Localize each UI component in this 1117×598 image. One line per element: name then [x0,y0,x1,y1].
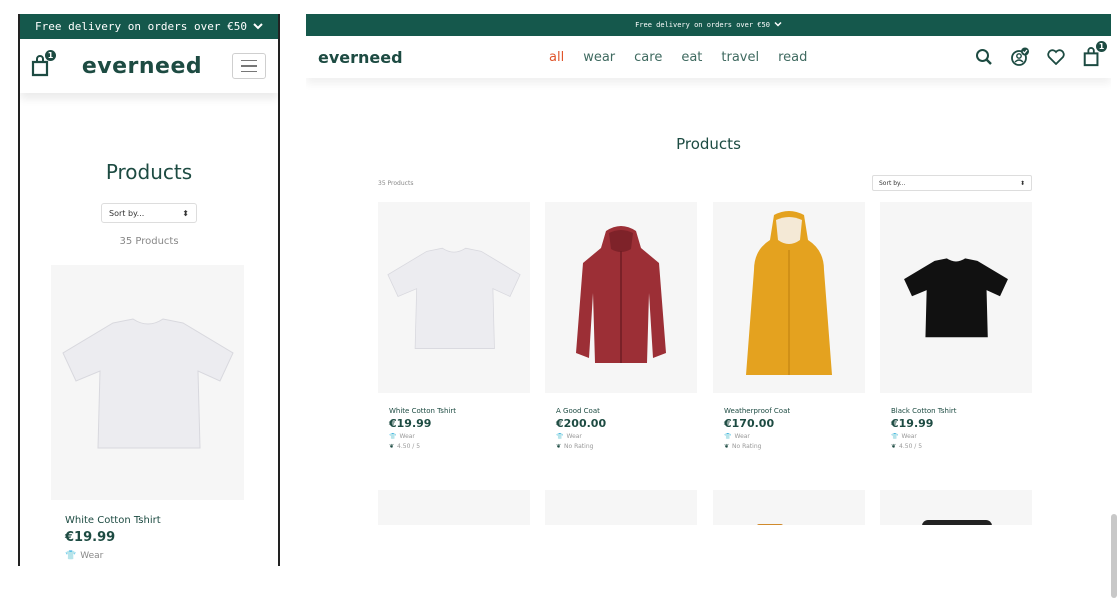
rating-label: 4.50 / 5 [899,443,923,450]
product-count: 35 Products [378,180,414,187]
product-price: €19.99 [389,417,432,430]
main-menu: all wear care eat travel read [549,36,826,78]
category-label: Wear [399,433,415,440]
tshirt-icon: 👕 [389,433,397,440]
tshirt-icon: 👕 [724,433,732,440]
cart-button[interactable]: 1 [1081,41,1107,68]
red-jacket-icon [576,225,666,363]
product-price: €170.00 [724,417,775,430]
product-image[interactable] [545,202,697,393]
leaf-icon: ❦ [891,443,897,450]
category-label: Wear [80,551,104,561]
mobile-navbar: 1 everneed [20,39,278,93]
sort-label: Sort by... [109,208,145,218]
leaf-icon: ❦ [724,443,730,450]
product-image-peek [757,524,783,525]
sort-select[interactable]: Sort by... ⬍ [101,203,197,223]
leaf-icon: ❦ [556,443,562,450]
product-image[interactable] [378,202,530,393]
account-icon[interactable] [1009,46,1031,68]
product-category[interactable]: 👕 Wear [724,433,865,440]
delivery-banner[interactable]: Free delivery on orders over €50 [306,14,1111,36]
nav-item-read[interactable]: read [778,50,807,65]
product-image[interactable] [51,265,244,500]
hamburger-menu-icon[interactable] [231,53,266,79]
product-rating: ❦ 4.50 / 5 [891,443,1032,450]
chevron-down-icon [774,21,782,29]
banner-text: Free delivery on orders over €50 [635,21,770,29]
sort-select[interactable]: Sort by... ⬍ [872,175,1032,191]
leaf-icon: ❦ [389,443,395,450]
nav-item-wear[interactable]: wear [583,50,615,65]
sort-arrows-icon: ⬍ [182,208,189,218]
nav-icons: 1 [973,36,1107,78]
brand-logo[interactable]: everneed [318,48,403,67]
product-price: €19.99 [891,417,934,430]
nav-item-eat[interactable]: eat [681,50,702,65]
product-name[interactable]: White Cotton Tshirt [389,407,530,415]
desktop-navbar: everneed all wear care eat travel read 1 [306,36,1111,78]
sort-arrows-icon: ⬍ [1019,179,1025,187]
nav-item-all[interactable]: all [549,50,564,65]
product-card-placeholder[interactable] [545,490,697,525]
product-name[interactable]: A Good Coat [556,407,697,415]
product-rating: ❦ 4.50 / 5 [389,443,530,450]
product-card[interactable]: Weatherproof Coat €170.00 👕 Wear ❦ No Rati… [713,202,865,450]
tshirt-icon: 👕 [891,433,899,440]
cart-count-badge: 1 [45,50,56,61]
nav-item-care[interactable]: care [634,50,662,65]
rating-label: No Rating [732,443,762,450]
product-price: €200.00 [556,417,607,430]
product-category[interactable]: 👕 Wear [556,433,697,440]
product-image-peek [922,520,992,525]
heart-icon[interactable] [1045,46,1067,68]
product-card-placeholder[interactable] [378,490,530,525]
cart-button[interactable]: 1 [30,50,56,77]
product-name[interactable]: Weatherproof Coat [724,407,865,415]
product-count: 35 Products [119,236,179,247]
cart-count-badge: 1 [1096,41,1107,52]
rating-label: 4.50 / 5 [397,443,421,450]
product-card[interactable]: White Cotton Tshirt €19.99 👕 Wear ❦ 4.50 /… [378,202,530,450]
scrollbar-thumb[interactable] [1111,514,1117,598]
category-label: Wear [566,433,582,440]
product-card[interactable]: A Good Coat €200.00 👕 Wear ❦ No Rating [545,202,697,450]
product-category[interactable]: 👕 Wear [891,433,1032,440]
page-title: Products [676,135,741,153]
rating-label: No Rating [564,443,594,450]
banner-text: Free delivery on orders over €50 [35,20,247,33]
product-name[interactable]: Black Cotton Tshirt [891,407,1032,415]
category-label: Wear [734,433,750,440]
desktop-preview: Free delivery on orders over €50 evernee… [306,14,1111,525]
sort-label: Sort by... [879,179,906,187]
black-tshirt-icon [904,258,1008,338]
product-rating: ❦ No Rating [556,443,697,450]
product-price: €19.99 [65,530,116,545]
product-card-placeholder[interactable] [713,490,865,525]
product-rating: ❦ No Rating [724,443,865,450]
yellow-raincoat-icon [746,211,832,375]
white-tshirt-icon [387,247,521,349]
product-category[interactable]: 👕 Wear [65,551,103,561]
brand-logo[interactable]: everneed [82,54,202,79]
page-title: Products [105,160,193,184]
tshirt-icon: 👕 [556,433,564,440]
product-image[interactable] [880,202,1032,393]
product-category[interactable]: 👕 Wear [389,433,530,440]
delivery-banner[interactable]: Free delivery on orders over €50 [20,14,278,39]
tshirt-icon: 👕 [65,551,77,561]
product-name[interactable]: White Cotton Tshirt [65,515,161,526]
white-tshirt-icon [61,317,234,448]
category-label: Wear [901,433,917,440]
nav-item-travel[interactable]: travel [721,50,759,65]
search-icon[interactable] [973,46,995,68]
mobile-preview: Free delivery on orders over €50 1 evern… [18,14,280,566]
product-card[interactable]: Black Cotton Tshirt €19.99 👕 Wear ❦ 4.50 /… [880,202,1032,450]
chevron-down-icon [253,20,263,33]
product-card-placeholder[interactable] [880,490,1032,525]
product-image[interactable] [713,202,865,393]
